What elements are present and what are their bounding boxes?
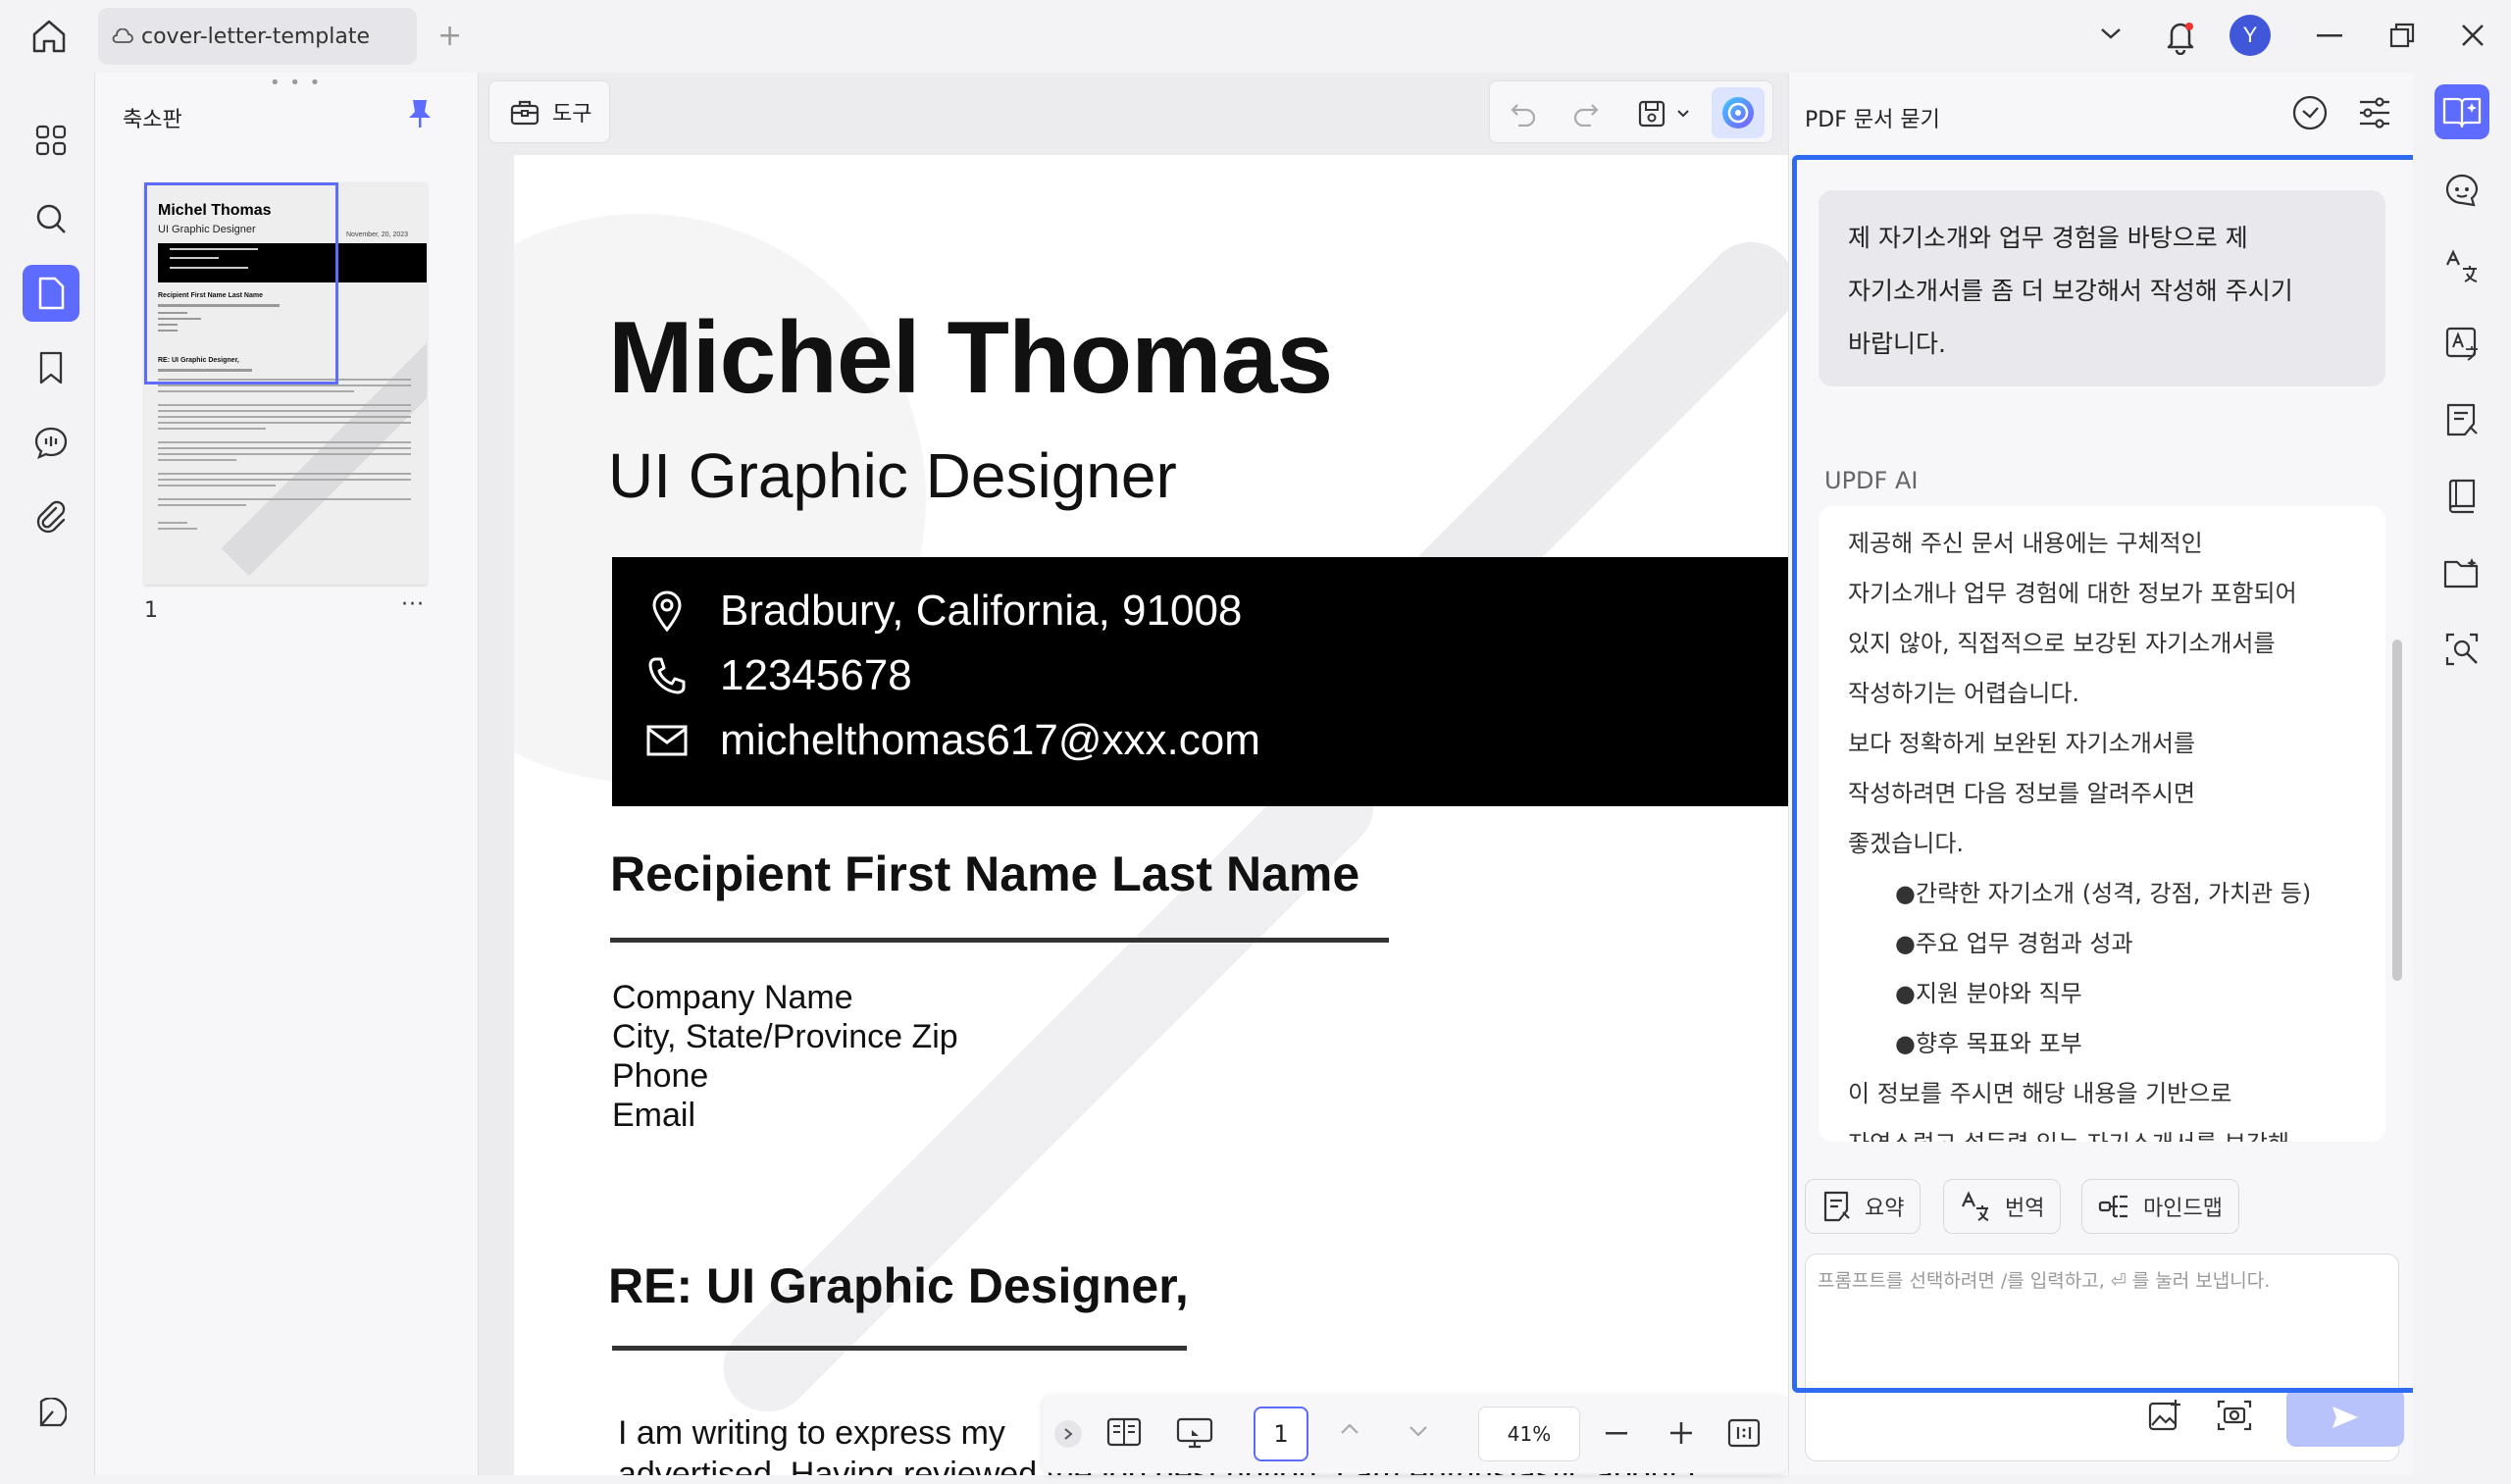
actual-size-icon[interactable] [1727,1418,1761,1448]
pdf-page[interactable]: Michel Thomas UI Graphic Designer Bradbu… [514,155,1788,1475]
translate-text-icon[interactable] [2434,316,2489,371]
address-text: Bradbury, California, 91008 [720,587,1243,635]
thumbnail-viewport-indicator[interactable] [144,182,338,384]
zoom-in-icon[interactable] [1670,1422,1692,1444]
send-button[interactable] [2286,1388,2404,1447]
cloud-icon [112,28,133,44]
chevron-down-icon[interactable] [2099,26,2123,41]
book-icon[interactable] [2434,469,2489,524]
screenshot-icon[interactable] [2216,1398,2253,1433]
page-navigation-bar: 1 41% [1043,1395,1788,1473]
minimize-icon[interactable] [2317,34,2342,38]
avatar[interactable]: Y [2229,15,2271,56]
chat-pdf-icon[interactable] [2434,84,2489,139]
previous-page-icon[interactable] [1339,1422,1360,1436]
panel-title: 축소판 [123,108,182,132]
save-icon[interactable] [1637,99,1666,128]
zoom-level[interactable]: 41% [1478,1407,1580,1461]
settings-sliders-icon[interactable] [2358,96,2391,129]
thumbnail-panel: • • • 축소판 Michel Thomas UI Graphic Desig… [94,73,479,1475]
tools-button[interactable]: 도구 [488,80,610,143]
applicant-name: Michel Thomas [608,301,1333,415]
scan-search-icon[interactable] [2434,622,2489,677]
document-tab[interactable]: cover-letter-template [98,8,417,65]
apps-grid-icon[interactable] [23,112,79,169]
ai-chat-panel: PDF 문서 묻기 제 자기소개와 업무 경험을 바탕으로 제 자기소개서를 좀… [1788,73,2432,1475]
restore-icon[interactable] [2389,23,2415,48]
history-icon[interactable] [2291,94,2329,131]
presentation-icon[interactable] [1176,1416,1213,1450]
attachment-icon[interactable] [23,488,79,545]
thumbnail-page-number: 1 [144,598,158,623]
ai-panel-title: PDF 문서 묻기 [1805,108,1940,132]
chat-highlight-frame [1792,155,2432,1393]
search-icon[interactable] [23,190,79,247]
panel-drag-handle[interactable]: • • • [270,73,322,93]
next-page-icon[interactable] [1408,1424,1429,1438]
chevron-right-icon[interactable] [1054,1420,1082,1448]
company-name: Company Name [612,979,853,1016]
thumbnails-icon[interactable] [23,265,79,322]
home-icon[interactable] [29,18,69,55]
tools-label: 도구 [552,102,592,127]
phone-icon [645,656,689,695]
folder-ai-icon[interactable] [2434,545,2489,600]
redo-icon[interactable] [1572,101,1600,127]
phone-text: 12345678 [720,651,912,699]
bookmark-icon[interactable] [23,339,79,396]
thumbnail-date: November, 20, 2023 [346,231,409,238]
new-tab-button[interactable]: + [437,22,462,51]
right-tool-rail [2413,73,2511,1475]
undo-icon[interactable] [1510,101,1537,127]
image-add-icon[interactable] [2147,1398,2182,1433]
document-viewer[interactable]: 도구 Michel Thomas UI Graphic Designer Bra… [479,73,1788,1475]
re-rule [612,1346,1187,1351]
applicant-role: UI Graphic Designer [608,440,1177,511]
mail-icon [645,725,689,756]
recipient-heading: Recipient First Name Last Name [610,846,1360,901]
address-row: Bradbury, California, 91008 [645,587,1242,636]
reading-mode-icon[interactable] [1106,1416,1142,1448]
contact-info-bar: Bradbury, California, 91008 12345678 mic… [612,557,1788,806]
send-icon [2332,1407,2358,1428]
edit-toolbar [1489,80,1773,143]
ai-chat-icon[interactable] [2434,163,2489,218]
company-city: City, State/Province Zip [612,1018,958,1055]
re-heading: RE: UI Graphic Designer, [608,1258,1189,1313]
body-line-1: I am writing to express my [618,1414,1005,1452]
comment-icon[interactable] [23,414,79,471]
pin-icon[interactable] [407,98,433,129]
company-phone: Phone [612,1057,709,1095]
thumbnail-more-button[interactable]: ··· [401,592,425,617]
email-text: michelthomas617@xxx.com [720,716,1260,764]
left-tool-rail [8,73,94,1475]
close-icon[interactable] [2460,23,2485,48]
ai-assistant-button[interactable] [1712,87,1765,138]
zoom-out-icon[interactable] [1606,1432,1627,1436]
location-pin-icon [645,590,689,632]
email-row: michelthomas617@xxx.com [645,716,1260,765]
summary-icon[interactable] [2434,392,2489,447]
recipient-rule [610,938,1389,943]
translate-page-icon[interactable] [2434,239,2489,294]
company-email: Email [612,1097,696,1134]
theme-toggle-icon[interactable] [23,1385,79,1442]
phone-row: 12345678 [645,651,912,700]
notification-bell-icon[interactable] [2163,18,2198,55]
page-number-input[interactable]: 1 [1254,1407,1308,1461]
tab-title: cover-letter-template [141,24,371,49]
title-bar: cover-letter-template + Y [0,0,2511,73]
toolbox-icon [509,97,540,127]
save-options-chevron-icon[interactable] [1676,109,1690,119]
